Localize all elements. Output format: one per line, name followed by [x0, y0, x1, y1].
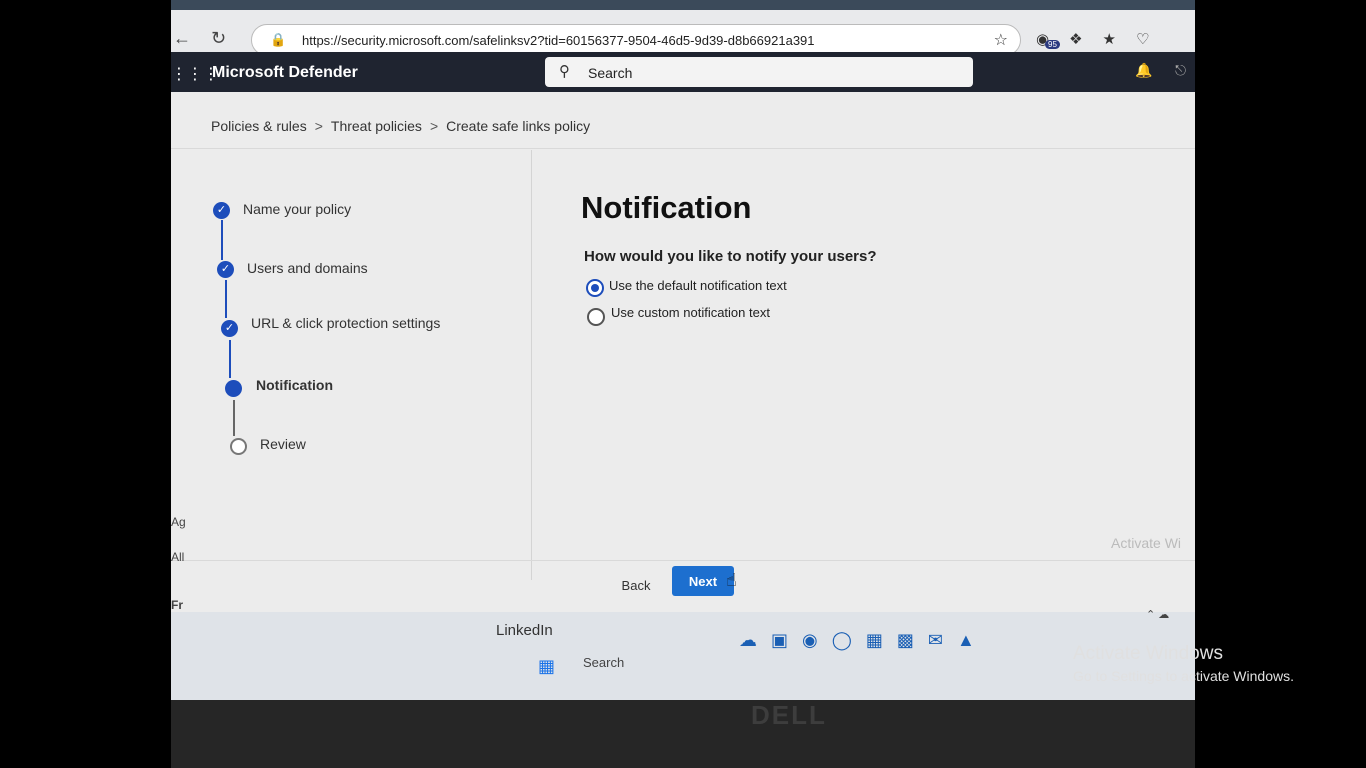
step-users-domains[interactable]: Users and domains	[247, 260, 368, 276]
step-connector	[233, 400, 235, 436]
extension-badge: 95	[1045, 40, 1060, 49]
url-text: https://security.microsoft.com/safelinks…	[302, 33, 815, 48]
step-review[interactable]: Review	[260, 436, 306, 452]
bell-icon[interactable]: 🔔	[1135, 62, 1152, 79]
favorites-icon[interactable]: ★	[1103, 30, 1116, 48]
header-divider	[171, 148, 1195, 149]
browser-tab-strip	[171, 0, 1195, 10]
chevron-right-icon: >	[429, 118, 439, 134]
check-icon: ✓	[213, 202, 230, 219]
outlook-icon[interactable]: ✉	[928, 630, 943, 651]
sidebar-fragment: Ag	[171, 515, 186, 529]
chat-icon[interactable]: ◉	[802, 630, 818, 651]
breadcrumb: Policies & rules > Threat policies > Create …	[211, 118, 590, 134]
share-icon[interactable]: ⎋	[1175, 62, 1186, 79]
step-url-click-protection[interactable]: URL & click protection settings	[251, 315, 440, 331]
file-explorer-icon[interactable]: ▩	[897, 630, 914, 651]
defender-header: ⋮⋮⋮ Microsoft Defender ⚲ Search 🔔 ⎋	[171, 52, 1195, 92]
breadcrumb-threat-policies[interactable]: Threat policies	[331, 118, 422, 134]
page-title: Notification	[581, 190, 752, 225]
back-arrow-icon[interactable]: ←	[173, 28, 191, 49]
puzzle-icon[interactable]: ❖	[1069, 30, 1082, 48]
chevron-right-icon: >	[314, 118, 323, 134]
heart-pulse-icon[interactable]: ♡	[1136, 30, 1149, 48]
browser-toolbar: ← ↻ 🔒 https://security.microsoft.com/saf…	[171, 10, 1195, 56]
radio-custom-text[interactable]	[587, 308, 605, 326]
option-label-default[interactable]: Use the default notification text	[609, 278, 787, 293]
check-icon: ✓	[221, 320, 238, 337]
app-title: Microsoft Defender	[212, 64, 358, 81]
dell-logo: DELL	[751, 700, 827, 730]
search-icon: ⚲	[559, 63, 570, 80]
windows-start-icon[interactable]: ▦	[538, 656, 555, 677]
system-tray-icons[interactable]: ⌃ ☁	[1146, 608, 1169, 621]
option-label-custom[interactable]: Use custom notification text	[611, 305, 770, 320]
weather-icon[interactable]: ☁	[739, 630, 757, 651]
refresh-icon[interactable]: ↻	[211, 28, 226, 49]
laptop-screen: ← ↻ 🔒 https://security.microsoft.com/saf…	[171, 0, 1195, 700]
pending-step-dot	[230, 438, 247, 455]
task-view-icon[interactable]: ▣	[771, 630, 788, 651]
watermark-subtitle: Go to Settings to activate Windows.	[1073, 668, 1294, 684]
search-placeholder: Search	[588, 65, 633, 81]
taskbar-icons: ☁ ▣ ◉ ◯ ▦ ▩ ✉ ▲	[739, 630, 975, 651]
sidebar-fragment: All	[171, 550, 185, 564]
linkedin-label[interactable]: LinkedIn	[496, 622, 553, 639]
breadcrumb-policies-rules[interactable]: Policies & rules	[211, 118, 307, 134]
sidebar-fragment: Fr	[171, 598, 183, 612]
breadcrumb-current: Create safe links policy	[446, 118, 591, 134]
next-button[interactable]: Next	[672, 566, 734, 596]
favorite-star-icon[interactable]: ☆	[994, 30, 1008, 50]
store-icon[interactable]: ▦	[866, 630, 883, 651]
edge-icon[interactable]: ◯	[832, 630, 852, 651]
notification-question: How would you like to notify your users?	[584, 248, 877, 265]
step-connector	[221, 220, 223, 260]
radio-default-text[interactable]	[586, 279, 604, 297]
footer-divider	[171, 560, 1195, 561]
windows-taskbar	[171, 612, 1195, 700]
lock-icon[interactable]: 🔒	[270, 32, 286, 48]
watermark-title: Activate Windows	[1073, 643, 1223, 664]
step-connector	[225, 280, 227, 318]
current-step-dot	[225, 380, 242, 397]
taskbar-search[interactable]: Search	[583, 655, 624, 670]
windows-activation-watermark: Activate Windows Go to Settings to activ…	[1073, 643, 1294, 684]
photo-activate-watermark: Activate Wi	[1111, 535, 1182, 551]
search-input[interactable]: ⚲ Search	[545, 57, 973, 87]
laptop-bezel	[171, 700, 1195, 768]
step-name-your-policy[interactable]: Name your policy	[243, 201, 351, 217]
panel-divider	[531, 150, 532, 580]
hand-cursor-icon: ☝	[726, 570, 737, 590]
check-icon: ✓	[217, 261, 234, 278]
step-connector	[229, 340, 231, 378]
laptop-photo: ← ↻ 🔒 https://security.microsoft.com/saf…	[171, 0, 1195, 768]
acrobat-icon[interactable]: ▲	[957, 630, 975, 651]
step-notification[interactable]: Notification	[256, 377, 333, 393]
back-button[interactable]: Back	[601, 570, 671, 600]
